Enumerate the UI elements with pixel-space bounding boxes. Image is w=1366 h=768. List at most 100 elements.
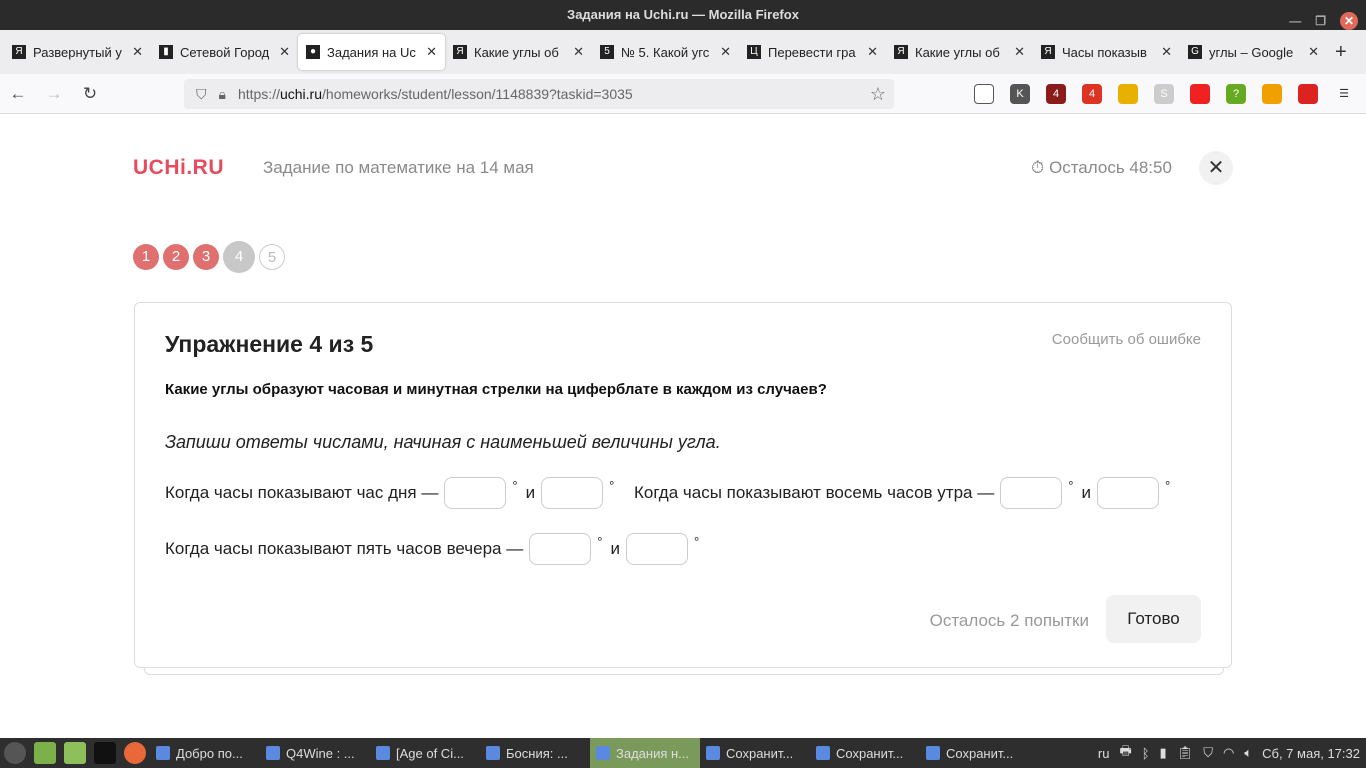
degree-sign: °	[512, 477, 518, 493]
bluetooth-icon[interactable]: ᛒ	[1142, 746, 1150, 761]
step-5[interactable]: 5	[259, 244, 285, 270]
angle-input-2[interactable]	[625, 533, 688, 565]
close-window-button[interactable]: ✕	[1340, 12, 1358, 30]
answer-prompt: Когда часы показывают восемь часов утра …	[634, 483, 995, 502]
angle-input-2[interactable]	[541, 477, 604, 509]
extension-icon[interactable]	[974, 84, 994, 104]
reload-button[interactable]: ↻	[72, 84, 108, 104]
angle-input-1[interactable]	[529, 533, 592, 565]
and-label: и	[525, 483, 536, 502]
taskbar-item[interactable]: Q4Wine : ...	[260, 738, 370, 768]
extension-icon[interactable]	[1118, 84, 1138, 104]
tab-favicon-icon: Я	[894, 45, 908, 59]
degree-sign: °	[609, 477, 615, 493]
app-icon	[816, 746, 830, 760]
taskbar-item-label: Сохранит...	[946, 745, 1014, 761]
tab-close-icon[interactable]: ✕	[426, 44, 437, 60]
extension-icon[interactable]: K	[1010, 84, 1030, 104]
desktop-icon[interactable]	[34, 742, 56, 764]
battery-icon[interactable]: ▮	[1160, 745, 1167, 761]
tab-label: Какие углы об	[915, 44, 1000, 60]
taskbar-item[interactable]: Добро по...	[150, 738, 260, 768]
clipboard-icon[interactable]: 📋︎	[1177, 745, 1194, 761]
menu-hamburger-icon[interactable]: ☰	[1334, 84, 1354, 104]
taskbar-item[interactable]: [Age of Ci...	[370, 738, 480, 768]
extension-icon[interactable]	[1262, 84, 1282, 104]
tab[interactable]: Я Развернутый у ✕	[4, 34, 151, 70]
taskbar-item[interactable]: Сохранит...	[920, 738, 1030, 768]
angle-input-2[interactable]	[1096, 477, 1159, 509]
maximize-button[interactable]: ❐	[1315, 6, 1326, 36]
tab[interactable]: Я Какие углы об ✕	[445, 34, 592, 70]
tab-close-icon[interactable]: ✕	[1161, 44, 1172, 60]
shield-icon[interactable]: ⛉	[196, 86, 207, 103]
hint-text: Запиши ответы числами, начиная с наимень…	[165, 432, 721, 452]
tab-close-icon[interactable]: ✕	[132, 44, 143, 60]
new-tab-button[interactable]: +	[1335, 41, 1347, 64]
extension-icon[interactable]: ?	[1226, 84, 1246, 104]
done-button[interactable]: Готово	[1106, 595, 1201, 643]
extension-icon[interactable]	[1190, 84, 1210, 104]
tab-close-icon[interactable]: ✕	[867, 44, 878, 60]
tab[interactable]: Я Часы показыв ✕	[1033, 34, 1180, 70]
taskbar-item[interactable]: Задания н...	[590, 738, 700, 768]
firefox-icon[interactable]	[124, 742, 146, 764]
step-3[interactable]: 3	[193, 244, 219, 270]
url-bar[interactable]: ⛉ 🔒︎ https://uchi.ru/homeworks/student/l…	[184, 79, 894, 109]
lock-icon[interactable]: 🔒︎	[219, 86, 226, 103]
menu-icon[interactable]	[4, 742, 26, 764]
degree-sign: °	[1164, 477, 1171, 493]
close-button[interactable]: ✕	[1199, 151, 1233, 185]
shield-icon[interactable]: ⛉	[1203, 745, 1213, 761]
question-text: Какие углы образуют часовая и минутная с…	[165, 381, 827, 398]
app-icon	[376, 746, 390, 760]
minimize-button[interactable]: —	[1289, 6, 1301, 36]
tab-label: Часы показыв	[1062, 44, 1147, 60]
tab[interactable]: Я Какие углы об ✕	[886, 34, 1033, 70]
uchi-logo[interactable]: UCHi.RU	[133, 156, 224, 180]
tab-close-icon[interactable]: ✕	[1308, 44, 1319, 60]
step-2[interactable]: 2	[163, 244, 189, 270]
taskbar-item[interactable]: Сохранит...	[810, 738, 920, 768]
back-button[interactable]: ←	[0, 84, 36, 104]
volume-icon[interactable]: 🔈︎	[1244, 745, 1252, 761]
taskbar-item[interactable]: Босния: ...	[480, 738, 590, 768]
angle-input-1[interactable]	[444, 477, 507, 509]
tab-close-icon[interactable]: ✕	[573, 44, 584, 60]
page-content: UCHi.RU Задание по математике на 14 мая …	[0, 114, 1366, 738]
angle-input-1[interactable]	[1000, 477, 1063, 509]
step-1[interactable]: 1	[133, 244, 159, 270]
card-stack-edge	[144, 667, 1224, 675]
extension-icon[interactable]	[1298, 84, 1318, 104]
extension-icon[interactable]: 4	[1046, 84, 1066, 104]
wifi-icon[interactable]: ◠	[1223, 745, 1234, 761]
terminal-icon[interactable]	[94, 742, 116, 764]
tab-close-icon[interactable]: ✕	[1014, 44, 1025, 60]
tab[interactable]: Gуглы – Google ✕	[1180, 34, 1327, 70]
clock[interactable]: Сб, 7 мая, 17:32	[1262, 746, 1360, 761]
answer-row: Когда часы показывают пять часов вечера …	[165, 533, 707, 565]
app-icon	[156, 746, 170, 760]
report-error-link[interactable]: Сообщить об ошибке	[1052, 331, 1201, 348]
extension-icon[interactable]: 4	[1082, 84, 1102, 104]
tab-close-icon[interactable]: ✕	[279, 44, 290, 60]
keyboard-layout[interactable]: ru	[1098, 746, 1110, 761]
window-titlebar: Задания на Uchi.ru — Mozilla Firefox — ❐ ✕	[0, 0, 1366, 30]
tab[interactable]: 5 № 5. Какой угс ✕	[592, 34, 739, 70]
tab-close-icon[interactable]: ✕	[720, 44, 731, 60]
tab[interactable]: Ц Перевести гра ✕	[739, 34, 886, 70]
tab-strip: Я Развернутый у ✕ ▮ Сетевой Город ✕ ● Задания н…	[0, 30, 1366, 74]
tab[interactable]: ▮ Сетевой Город ✕	[151, 34, 298, 70]
tab-favicon-icon: Я	[1041, 45, 1055, 59]
tab-label: Сетевой Город	[180, 44, 270, 60]
step-4[interactable]: 4	[223, 241, 255, 273]
extension-icon[interactable]: S	[1154, 84, 1174, 104]
stopwatch-icon: ⏱	[1031, 158, 1049, 177]
printer-icon[interactable]: 🖶	[1119, 742, 1131, 764]
bookmark-star-icon[interactable]: ☆	[870, 84, 886, 105]
forward-button[interactable]: →	[36, 84, 72, 104]
tab[interactable]: ● Задания на Uc ✕	[298, 34, 445, 70]
taskbar-item[interactable]: Сохранит...	[700, 738, 810, 768]
files-icon[interactable]	[64, 742, 86, 764]
app-icon	[486, 746, 500, 760]
